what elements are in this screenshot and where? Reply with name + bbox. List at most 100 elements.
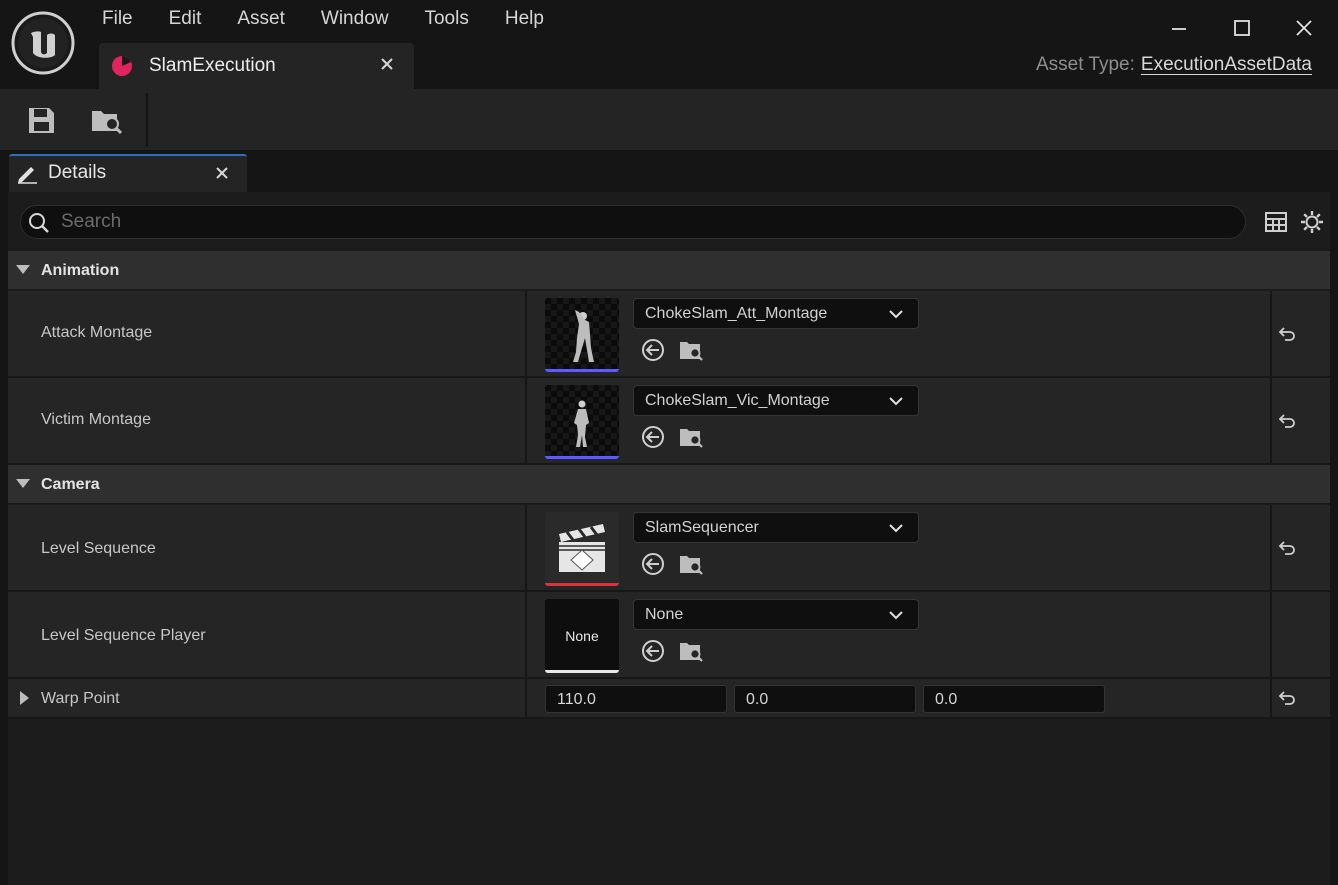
use-selected-arrow-icon[interactable] (640, 638, 666, 664)
property-name: Victim Montage (41, 411, 151, 428)
column-divider (1270, 378, 1272, 463)
property-name: Level Sequence Player (41, 627, 206, 644)
category-label: Camera (41, 476, 100, 493)
asset-picker-value: ChokeSlam_Vic_Montage (645, 392, 830, 409)
menu-window[interactable]: Window (321, 8, 389, 30)
asset-thumbnail[interactable] (545, 512, 619, 586)
column-divider (525, 592, 527, 677)
asset-picker-value: None (645, 606, 684, 623)
column-divider (1270, 679, 1272, 717)
reset-to-default-icon[interactable] (1276, 538, 1298, 560)
property-name: Attack Montage (41, 324, 153, 341)
chevron-down-icon (889, 397, 903, 406)
asset-type-link[interactable]: ExecutionAssetData (1141, 54, 1312, 75)
vector-y-value: 0.0 (746, 691, 769, 708)
asset-picker-dropdown[interactable]: None (633, 599, 919, 630)
column-divider (525, 378, 527, 463)
search-box (20, 205, 1246, 239)
column-divider (525, 679, 527, 717)
chevron-down-icon (889, 524, 903, 533)
document-tab-title: SlamExecution (149, 55, 276, 76)
asset-picker-dropdown[interactable]: SlamSequencer (633, 512, 919, 543)
chevron-down-icon (889, 310, 903, 319)
menu-bar: File Edit Asset Window Tools Help (102, 8, 580, 30)
close-icon[interactable] (378, 55, 396, 73)
unreal-logo-icon[interactable] (11, 11, 75, 75)
vector-x-value: 110.0 (557, 691, 596, 708)
title-bar: File Edit Asset Window Tools Help SlamEx… (0, 0, 1338, 89)
use-selected-arrow-icon[interactable] (640, 337, 666, 363)
column-divider (525, 291, 527, 376)
settings-gear-icon[interactable] (1300, 210, 1324, 234)
vector-z-value: 0.0 (935, 691, 958, 708)
asset-type-color-bar (545, 369, 619, 372)
menu-file[interactable]: File (102, 8, 133, 30)
menu-asset[interactable]: Asset (237, 8, 285, 30)
property-row-victim-montage: Victim Montage ChokeSlam_Vic_Montage (8, 378, 1330, 465)
asset-type-color-bar (545, 456, 619, 459)
maximize-icon[interactable] (1231, 17, 1253, 39)
vector-x-field[interactable]: 110.0 (545, 685, 727, 713)
use-selected-arrow-icon[interactable] (640, 424, 666, 450)
pencil-icon (18, 167, 37, 184)
column-divider (525, 505, 527, 590)
close-window-icon[interactable] (1293, 17, 1315, 39)
property-row-level-sequence: Level Sequence SlamSequencer (8, 505, 1330, 592)
chevron-down-icon (889, 611, 903, 620)
reset-to-default-icon[interactable] (1276, 688, 1298, 710)
use-selected-arrow-icon[interactable] (640, 551, 666, 577)
browse-folder-icon[interactable] (678, 638, 704, 664)
asset-picker-dropdown[interactable]: ChokeSlam_Vic_Montage (633, 385, 919, 416)
menu-edit[interactable]: Edit (169, 8, 202, 30)
minimize-icon[interactable] (1168, 17, 1190, 39)
category-label: Animation (41, 262, 120, 279)
clapperboard-icon (559, 524, 605, 572)
asset-type-color-bar (545, 670, 619, 673)
column-divider (1270, 291, 1272, 376)
property-row-attack-montage: Attack Montage ChokeSlam_Att_Montage (8, 291, 1330, 378)
reset-to-default-icon[interactable] (1276, 324, 1298, 346)
details-tab-title: Details (48, 162, 107, 183)
property-name: Level Sequence (41, 540, 156, 557)
menu-tools[interactable]: Tools (424, 8, 468, 30)
browse-folder-icon[interactable] (678, 337, 704, 363)
character-pose-icon (574, 400, 589, 447)
property-row-level-sequence-player: Level Sequence Player None None (8, 592, 1330, 679)
expand-arrow-icon[interactable] (20, 691, 29, 705)
category-animation[interactable]: Animation (8, 250, 1330, 290)
property-name: Warp Point (41, 690, 120, 707)
toolbar-separator (146, 93, 148, 147)
vector-z-field[interactable]: 0.0 (923, 685, 1105, 713)
save-icon[interactable] (24, 103, 58, 137)
close-icon[interactable] (214, 165, 230, 181)
asset-picker-value: ChokeSlam_Att_Montage (645, 305, 828, 322)
details-tab[interactable]: Details (9, 154, 247, 192)
browse-folder-icon[interactable] (89, 103, 123, 137)
character-pose-icon (573, 310, 594, 362)
property-row-warp-point: Warp Point 110.0 0.0 0.0 (8, 679, 1330, 719)
toolbar (0, 89, 1338, 150)
column-divider (1270, 592, 1272, 677)
search-icon (29, 213, 49, 233)
thumbnail-none-text: None (565, 628, 599, 644)
table-view-icon[interactable] (1264, 210, 1288, 234)
category-camera[interactable]: Camera (8, 464, 1330, 504)
search-input[interactable] (61, 208, 1221, 236)
asset-picker-dropdown[interactable]: ChokeSlam_Att_Montage (633, 298, 919, 329)
document-tab[interactable]: SlamExecution (99, 43, 414, 89)
asset-thumbnail[interactable] (545, 298, 619, 372)
asset-thumbnail[interactable]: None (545, 599, 619, 673)
vector-y-field[interactable]: 0.0 (734, 685, 916, 713)
asset-picker-value: SlamSequencer (645, 519, 759, 536)
menu-help[interactable]: Help (505, 8, 544, 30)
asset-type-label: Asset Type: (1035, 54, 1135, 75)
collapse-arrow-icon[interactable] (16, 479, 30, 488)
collapse-arrow-icon[interactable] (16, 265, 30, 274)
browse-folder-icon[interactable] (678, 424, 704, 450)
pie-chart-icon (112, 56, 132, 76)
browse-folder-icon[interactable] (678, 551, 704, 577)
reset-to-default-icon[interactable] (1276, 411, 1298, 433)
asset-thumbnail[interactable] (545, 385, 619, 459)
asset-type-color-bar (545, 583, 619, 586)
asset-type-info: Asset Type: ExecutionAssetData (1036, 54, 1312, 76)
